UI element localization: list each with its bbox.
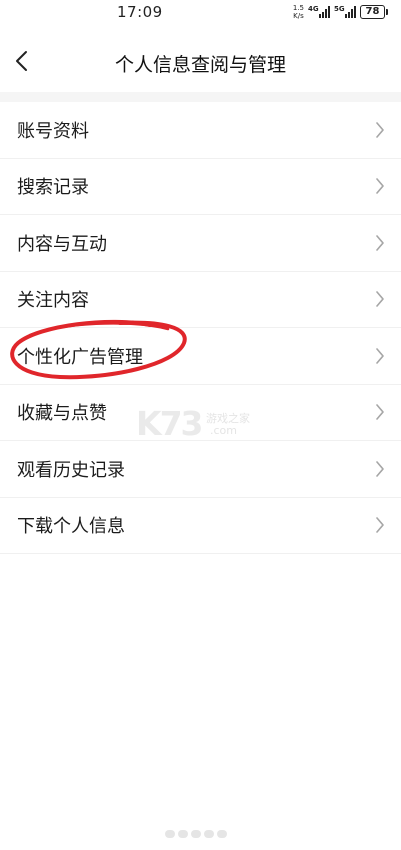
chevron-right-icon	[376, 234, 384, 251]
menu-item-label: 收藏与点赞	[17, 403, 107, 425]
status-bar: 17:09 1.5 K/s 4G 5G 78	[0, 0, 401, 26]
menu-item-label: 关注内容	[17, 290, 89, 312]
chevron-right-icon	[376, 460, 384, 477]
menu-item-content-interaction[interactable]: 内容与互动	[0, 215, 401, 272]
chevron-right-icon	[376, 121, 384, 138]
menu-item-personalized-ads[interactable]: 个性化广告管理	[0, 328, 401, 385]
menu-item-label: 内容与互动	[17, 233, 107, 255]
settings-menu: 账号资料 搜索记录 内容与互动 关注内容 个性化广告管理 收藏与点赞 观看历史记…	[0, 102, 401, 554]
section-divider	[0, 92, 401, 102]
chevron-right-icon	[376, 291, 384, 308]
chevron-right-icon	[376, 178, 384, 195]
menu-item-label: 搜索记录	[17, 177, 89, 199]
chevron-right-icon	[376, 517, 384, 534]
chevron-right-icon	[376, 347, 384, 364]
menu-item-watch-history[interactable]: 观看历史记录	[0, 441, 401, 498]
network-speed: 1.5 K/s	[292, 4, 304, 20]
menu-item-label: 下载个人信息	[17, 516, 125, 538]
menu-item-label: 观看历史记录	[17, 459, 125, 481]
battery-icon: 78	[360, 5, 388, 19]
menu-item-search-history[interactable]: 搜索记录	[0, 159, 401, 215]
signal-4g-icon: 4G	[308, 5, 330, 18]
menu-item-following[interactable]: 关注内容	[0, 272, 401, 328]
menu-item-label: 账号资料	[17, 120, 89, 142]
chevron-right-icon	[376, 404, 384, 421]
bottom-page-indicator	[165, 830, 235, 838]
menu-item-account-info[interactable]: 账号资料	[0, 102, 401, 159]
menu-item-label: 个性化广告管理	[17, 346, 143, 368]
menu-item-download-personal-info[interactable]: 下载个人信息	[0, 498, 401, 554]
signal-5g-icon: 5G	[334, 5, 356, 18]
status-icons: 1.5 K/s 4G 5G 78	[292, 4, 388, 20]
page-header: 个人信息查阅与管理	[0, 26, 401, 98]
watermark-logo: K73 游戏之家 .com	[136, 404, 250, 443]
status-time: 17:09	[117, 3, 163, 21]
page-title: 个人信息查阅与管理	[114, 54, 286, 76]
